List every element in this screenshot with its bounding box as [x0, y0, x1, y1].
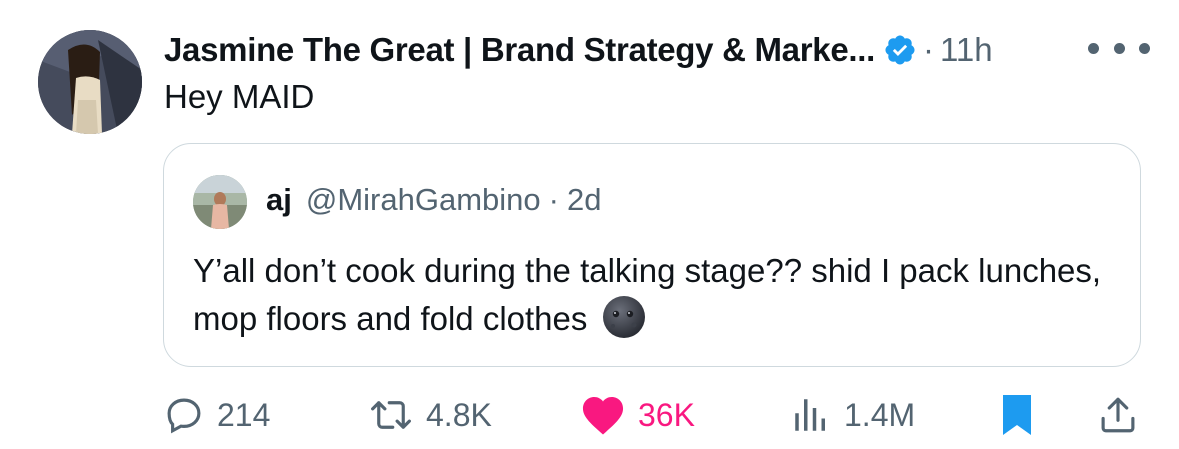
tweet-text: Hey MAID [164, 78, 315, 115]
like-button[interactable]: 36K [580, 390, 695, 440]
repost-icon [368, 394, 414, 436]
quoted-author-handle[interactable]: @MirahGambino [306, 182, 541, 218]
quoted-author-name[interactable]: aj [266, 182, 292, 218]
quoted-header-separator: · [548, 182, 559, 217]
author-name[interactable]: Jasmine The Great | Brand Strategy & Mar… [164, 31, 875, 69]
repost-count: 4.8K [426, 396, 492, 433]
tweet-header: Jasmine The Great | Brand Strategy & Mar… [164, 22, 993, 78]
bookmark-icon [1000, 393, 1034, 437]
views-count: 1.4M [844, 396, 916, 433]
quoted-tweet-text: Y’all don’t cook during the talking stag… [193, 252, 1102, 337]
verified-badge-icon[interactable] [883, 33, 917, 67]
repost-button[interactable]: 4.8K [368, 390, 492, 440]
header-separator: · [923, 31, 934, 68]
bookmark-button[interactable] [1000, 390, 1034, 440]
author-avatar[interactable] [38, 30, 142, 134]
quoted-tweet-time[interactable]: 2d [567, 182, 601, 218]
heart-icon [580, 394, 626, 436]
quoted-tweet-card[interactable]: aj @MirahGambino · 2d Y’all don’t cook d… [163, 143, 1141, 367]
reply-button[interactable]: 214 [163, 390, 270, 440]
share-button[interactable] [1097, 390, 1139, 440]
quoted-tweet-text-block: Y’all don’t cook during the talking stag… [193, 247, 1113, 342]
quoted-tweet-header: aj @MirahGambino · 2d [266, 182, 601, 218]
like-count: 36K [638, 396, 695, 433]
share-icon [1097, 394, 1139, 436]
views-button[interactable]: 1.4M [790, 390, 915, 440]
action-bar: 214 4.8K 36K 1.4M [0, 390, 1179, 440]
new-moon-face-icon [601, 294, 647, 340]
analytics-icon [790, 394, 832, 436]
tweet-time[interactable]: 11h [940, 31, 993, 69]
reply-icon [163, 394, 205, 436]
reply-count: 214 [217, 396, 271, 433]
more-options-icon[interactable] [1088, 36, 1150, 60]
quoted-author-avatar[interactable] [193, 175, 247, 229]
